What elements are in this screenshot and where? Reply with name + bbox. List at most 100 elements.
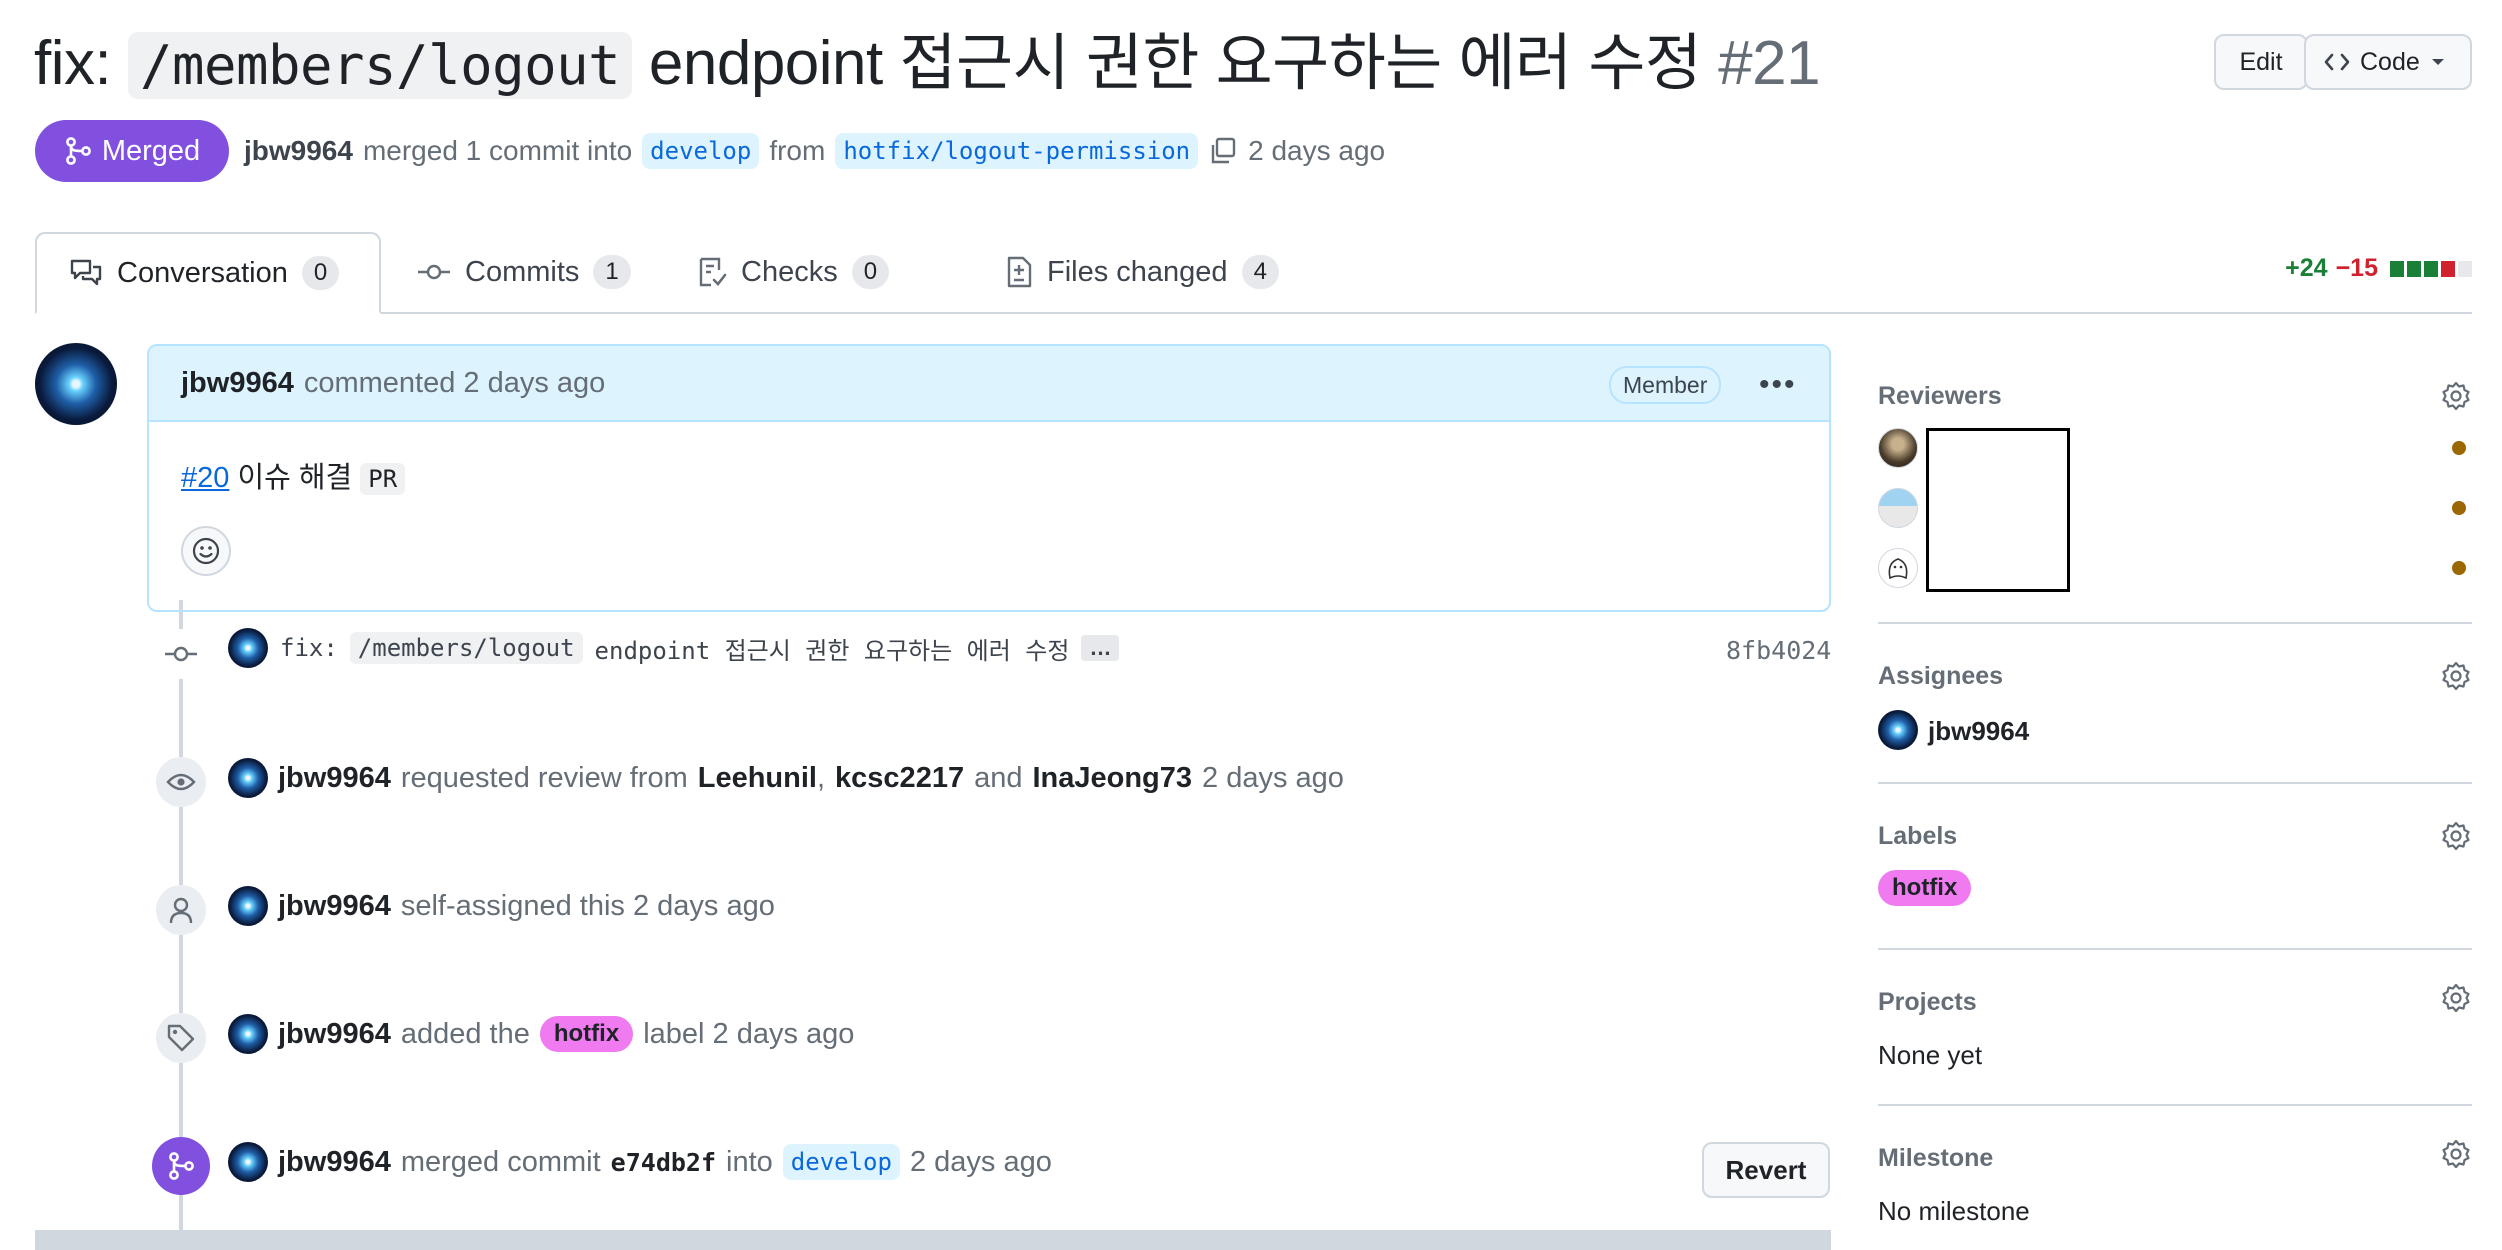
self-assigned-event: jbw9964 self-assigned this 2 days ago — [228, 886, 775, 926]
event-actor[interactable]: jbw9964 — [278, 1018, 391, 1051]
label-hotfix[interactable]: hotfix — [1878, 870, 1972, 906]
avatar[interactable] — [228, 1142, 268, 1182]
reviewer-link[interactable]: InaJeong73 — [1032, 762, 1192, 795]
reviewer-avatar[interactable] — [1878, 548, 1918, 588]
issue-link[interactable]: #20 — [181, 462, 229, 494]
avatar[interactable] — [228, 1014, 268, 1054]
comment-box: jbw9964 commented 2 days ago Member ••• … — [147, 344, 1831, 612]
person-icon — [156, 885, 206, 935]
sidebar-projects: Projects None yet — [1878, 948, 2472, 1106]
code-label: Code — [2360, 47, 2420, 76]
from-text: from — [769, 135, 826, 166]
comment-header: jbw9964 commented 2 days ago Member ••• — [149, 346, 1829, 422]
reviewer-link[interactable]: Leehunil — [698, 762, 817, 795]
revert-button[interactable]: Revert — [1702, 1142, 1830, 1198]
diff-block — [2441, 260, 2455, 277]
tab-label: Checks — [741, 255, 838, 288]
merge-commit-sha[interactable]: e74db2f — [611, 1148, 716, 1177]
into-text: into — [726, 1145, 773, 1178]
commit-message-rest[interactable]: endpoint 접근시 권한 요구하는 에러 수정 — [595, 631, 1070, 666]
title-rest: endpoint 접근시 권한 요구하는 에러 수정 — [648, 29, 1702, 98]
event-actor[interactable]: jbw9964 — [278, 1146, 391, 1179]
author-link[interactable]: jbw9964 — [244, 135, 353, 167]
review-requested-event: jbw9964 requested review from Leehunil, … — [228, 758, 1344, 798]
kebab-horizontal-icon[interactable]: ••• — [1759, 368, 1797, 402]
status-label: Merged — [101, 134, 201, 167]
sidebar-title[interactable]: Reviewers — [1878, 382, 2002, 411]
tab-count: 0 — [301, 256, 340, 290]
event-text: label 2 days ago — [643, 1017, 855, 1050]
sidebar-title[interactable]: Labels — [1878, 822, 1957, 851]
edit-button[interactable]: Edit — [2214, 34, 2308, 90]
pr-title: fix: /members/logout endpoint 접근시 권한 요구하… — [34, 18, 1821, 112]
tab-label: Conversation — [117, 256, 288, 289]
gear-icon[interactable] — [2440, 380, 2472, 412]
avatar[interactable] — [1878, 710, 1918, 750]
comment-body: #20 이슈 해결 PR — [149, 422, 1829, 528]
assignee-name[interactable]: jbw9964 — [1928, 716, 2029, 747]
base-branch[interactable]: develop — [782, 1144, 900, 1180]
merge-text: merged 1 commit into — [362, 135, 633, 166]
pending-review-dot — [2452, 441, 2466, 455]
tab-files-changed[interactable]: Files changed 4 — [973, 232, 1311, 312]
gear-icon[interactable] — [2440, 1138, 2472, 1170]
gear-icon[interactable] — [2440, 982, 2472, 1014]
title-prefix: fix: — [34, 29, 112, 98]
tab-count: 0 — [851, 255, 890, 289]
sidebar-title[interactable]: Milestone — [1878, 1144, 1993, 1173]
diff-block — [2458, 260, 2472, 277]
event-actor[interactable]: jbw9964 — [278, 762, 391, 795]
pr-tabs: Conversation 0 Commits 1 Checks 0 Files … — [35, 232, 2472, 314]
milestone-value: No milestone — [1878, 1196, 2030, 1226]
avatar[interactable] — [228, 628, 268, 668]
gear-icon[interactable] — [2440, 820, 2472, 852]
code-button[interactable]: Code — [2304, 34, 2472, 90]
comment-text: 이슈 해결 — [237, 462, 353, 494]
comment-code: PR — [360, 463, 406, 495]
sidebar-title[interactable]: Projects — [1878, 988, 1977, 1017]
commit-message-prefix[interactable]: fix: — [280, 634, 338, 662]
projects-value: None yet — [1878, 1040, 1983, 1070]
tab-count: 4 — [1241, 255, 1279, 289]
revert-label: Revert — [1725, 1154, 1807, 1185]
tab-count: 1 — [593, 255, 631, 289]
reviewer-avatar[interactable] — [1878, 428, 1918, 468]
commit-sha[interactable]: 8fb4024 — [1726, 636, 1831, 665]
base-branch[interactable]: develop — [642, 133, 760, 169]
pending-review-dot — [2452, 501, 2466, 515]
comment-discussion-icon — [69, 258, 103, 288]
commit-expand-button[interactable]: … — [1081, 635, 1120, 661]
reviewer-avatar[interactable] — [1878, 488, 1918, 528]
add-reaction-button[interactable] — [181, 526, 231, 576]
tag-icon — [156, 1013, 206, 1063]
comment-author[interactable]: jbw9964 — [181, 367, 294, 400]
timeline-footer-divider — [35, 1230, 1831, 1250]
pending-review-dot — [2452, 561, 2466, 575]
head-branch[interactable]: hotfix/logout-permission — [835, 133, 1199, 169]
event-actor[interactable]: jbw9964 — [278, 890, 391, 923]
copy-icon[interactable] — [1208, 136, 1238, 166]
commit-message-path[interactable]: /members/logout — [349, 632, 583, 664]
reviewer-link[interactable]: kcsc2217 — [835, 762, 964, 795]
smiley-icon — [191, 536, 221, 566]
avatar[interactable] — [35, 343, 117, 425]
avatar[interactable] — [228, 758, 268, 798]
file-diff-icon — [1005, 256, 1033, 288]
label-hotfix[interactable]: hotfix — [539, 1016, 634, 1052]
sidebar-labels: Labels hotfix — [1878, 782, 2472, 950]
edit-label: Edit — [2239, 47, 2283, 76]
sidebar-title[interactable]: Assignees — [1878, 662, 2003, 691]
label-added-event: jbw9964 added the hotfix label 2 days ag… — [228, 1014, 854, 1054]
tab-conversation[interactable]: Conversation 0 — [35, 232, 381, 314]
separator: , — [816, 761, 826, 794]
member-badge: Member — [1609, 366, 1722, 404]
event-time: 2 days ago — [909, 1145, 1052, 1178]
tab-commits[interactable]: Commits 1 — [385, 232, 663, 312]
avatar[interactable] — [228, 886, 268, 926]
reviewer-names-redacted — [1926, 428, 2070, 592]
tab-label: Commits — [465, 255, 580, 288]
gear-icon[interactable] — [2440, 660, 2472, 692]
chevron-down-icon — [2430, 57, 2446, 67]
tab-checks[interactable]: Checks 0 — [665, 232, 921, 312]
event-text: added the — [400, 1017, 530, 1050]
